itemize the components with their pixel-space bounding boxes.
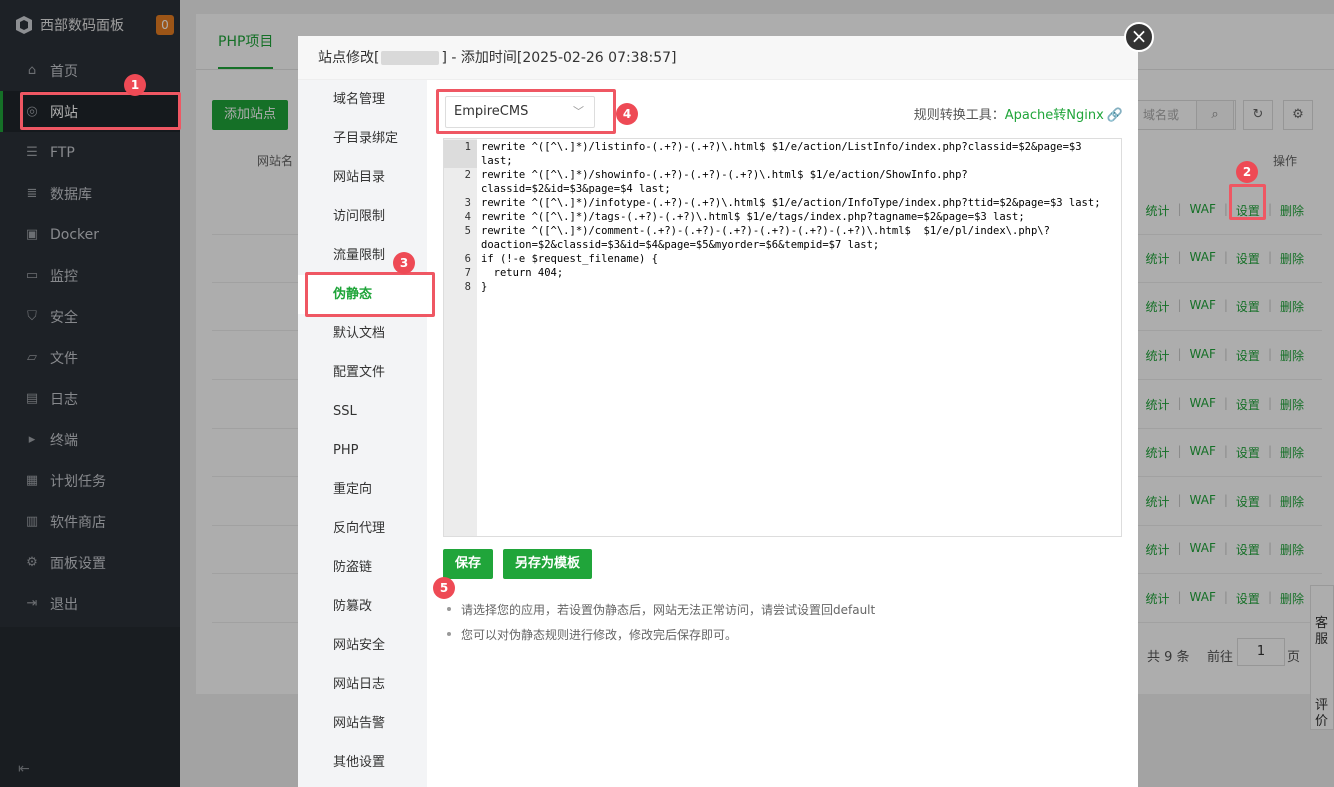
code-line: 6 if (!-e $request_filename) { xyxy=(444,252,1121,266)
highlight-website-menu xyxy=(20,92,181,130)
redacted-domain xyxy=(381,51,440,65)
modal-nav-item-12[interactable]: 防盗链 xyxy=(298,548,427,587)
site-edit-modal: 站点修改[ ] - 添加时间[2025-02-26 07:38:57] 域名管理子… xyxy=(298,36,1138,787)
save-as-template-button[interactable]: 另存为模板 xyxy=(503,549,593,579)
marker-1: 1 xyxy=(124,74,146,96)
modal-title-suffix: ] - 添加时间[2025-02-26 07:38:57] xyxy=(441,50,677,66)
code-line: 3 rewrite ^([^\.]*)/infotype-(.+?)-(.+?)\… xyxy=(444,196,1121,210)
modal-side-nav: 域名管理 子目录绑定 网站目录 访问限制 流量限制 伪静态 默认文档 配置文件 SSL PHP 重定… xyxy=(298,80,427,787)
marker-3: 3 xyxy=(393,252,415,274)
code-line: 4 rewrite ^([^\.]*)/tags-(.+?)-(.+?)\.htm… xyxy=(444,210,1121,224)
line-text: return 404; xyxy=(481,267,564,279)
rule-converter-label: 规则转换工具： xyxy=(913,108,1005,123)
line-number: 1 xyxy=(444,140,477,168)
line-text: rewrite ^([^\.]*)/infotype-(.+?)-(.+?)\.… xyxy=(481,197,1101,209)
line-number: 5 xyxy=(464,225,471,237)
tips-list: 请选择您的应用，若设置伪静态后，网站无法正常访问，请尝试设置回default 您… xyxy=(443,601,875,651)
line-number: 4 xyxy=(464,211,471,223)
modal-nav-item-15[interactable]: 网站日志 xyxy=(298,665,427,704)
line-number: 6 xyxy=(464,253,471,265)
highlight-template-select xyxy=(436,89,616,134)
save-button[interactable]: 保存 xyxy=(443,549,494,579)
line-number: 8 xyxy=(464,281,471,293)
marker-5: 5 xyxy=(433,577,455,599)
code-line: 5 rewrite ^([^\.]*)/comment-(.+?)-(.+?)-(… xyxy=(444,224,1121,252)
close-icon[interactable]: × xyxy=(1124,22,1154,52)
apache-to-nginx-link[interactable]: Apache转Nginx xyxy=(1005,108,1104,123)
line-number: 7 xyxy=(464,267,471,279)
modal-nav-item-9[interactable]: PHP xyxy=(298,431,427,470)
marker-2: 2 xyxy=(1236,161,1258,183)
action-buttons: 保存 另存为模板 xyxy=(443,549,593,579)
modal-nav-item-14[interactable]: 网站安全 xyxy=(298,626,427,665)
tip-item: 请选择您的应用，若设置伪静态后，网站无法正常访问，请尝试设置回default xyxy=(443,601,875,618)
line-text: rewrite ^([^\.]*)/listinfo-(.+?)-(.+?)\.… xyxy=(481,141,1088,167)
modal-nav-item-13[interactable]: 防篡改 xyxy=(298,587,427,626)
modal-nav-item-8[interactable]: SSL xyxy=(298,392,427,431)
line-text: rewrite ^([^\.]*)/showinfo-(.+?)-(.+?)-(… xyxy=(481,169,968,195)
line-number: 3 xyxy=(464,197,471,209)
line-text: rewrite ^([^\.]*)/tags-(.+?)-(.+?)\.html… xyxy=(481,211,1025,223)
line-text: if (!-e $request_filename) { xyxy=(481,253,659,265)
modal-nav-item-17[interactable]: 其他设置 xyxy=(298,743,427,782)
marker-4: 4 xyxy=(616,103,638,125)
modal-nav-item-3[interactable]: 访问限制 xyxy=(298,197,427,236)
line-text: rewrite ^([^\.]*)/comment-(.+?)-(.+?)-(.… xyxy=(481,225,1050,251)
modal-nav-item-1[interactable]: 子目录绑定 xyxy=(298,119,427,158)
line-number: 2 xyxy=(464,169,471,181)
line-text: } xyxy=(481,281,488,293)
highlight-settings-link xyxy=(1229,184,1266,220)
rule-converter: 规则转换工具：Apache转Nginx 🔗 xyxy=(914,104,1123,123)
modal-nav-item-16[interactable]: 网站告警 xyxy=(298,704,427,743)
code-line: 1 rewrite ^([^\.]*)/listinfo-(.+?)-(.+?)\… xyxy=(444,140,1121,168)
modal-nav-item-7[interactable]: 配置文件 xyxy=(298,353,427,392)
modal-nav-item-0[interactable]: 域名管理 xyxy=(298,80,427,119)
modal-nav-item-6[interactable]: 默认文档 xyxy=(298,314,427,353)
highlight-rewrite-tab xyxy=(305,272,435,317)
code-line: 8} xyxy=(444,280,1121,294)
modal-nav-item-10[interactable]: 重定向 xyxy=(298,470,427,509)
modal-title-prefix: 站点修改[ xyxy=(318,50,380,66)
modal-nav-item-11[interactable]: 反向代理 xyxy=(298,509,427,548)
editor-code[interactable]: 1 rewrite ^([^\.]*)/listinfo-(.+?)-(.+?)\… xyxy=(444,139,1121,294)
link-icon: 🔗 xyxy=(1106,108,1123,123)
code-editor[interactable]: 1 rewrite ^([^\.]*)/listinfo-(.+?)-(.+?)\… xyxy=(443,138,1122,537)
code-line: 7 return 404; xyxy=(444,266,1121,280)
modal-title: 站点修改[ ] - 添加时间[2025-02-26 07:38:57] xyxy=(298,36,1138,80)
tip-item: 您可以对伪静态规则进行修改，修改完后保存即可。 xyxy=(443,626,875,643)
code-line: 2 rewrite ^([^\.]*)/showinfo-(.+?)-(.+?)-… xyxy=(444,168,1121,196)
modal-nav-item-2[interactable]: 网站目录 xyxy=(298,158,427,197)
